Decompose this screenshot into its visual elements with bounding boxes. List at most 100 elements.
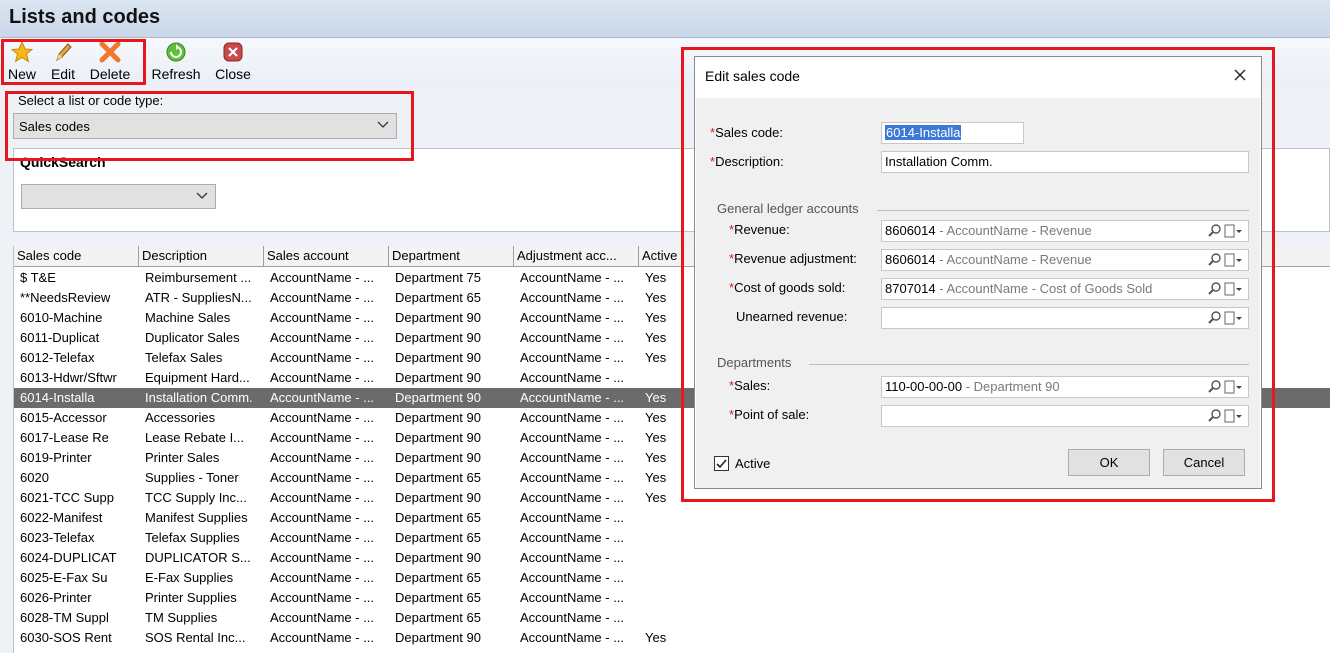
cogs-label: *Cost of goods sold: [729,280,846,295]
document-dropdown-icon[interactable] [1223,282,1245,299]
table-cell: Yes [645,490,667,505]
list-type-select[interactable]: Sales codes [13,113,397,139]
field-icons [1207,281,1245,297]
table-cell: AccountName - ... [520,450,625,465]
table-row[interactable]: 6024-DUPLICAT DUPLICATOR S... AccountName … [14,548,1330,568]
table-row[interactable]: 6022-Manifest Manifest Supplies AccountNam… [14,508,1330,528]
column-header[interactable]: Sales code [14,246,139,267]
point-of-sale-field[interactable] [881,405,1249,427]
table-cell: Department 65 [395,530,481,545]
sales-code-label: *Sales code: [710,125,783,140]
refresh-button[interactable]: Refresh [150,38,202,84]
table-cell: AccountName - ... [270,470,375,485]
table-cell: Department 65 [395,290,481,305]
table-row[interactable]: 6021-TCC Supp TCC Supply Inc... AccountNam… [14,488,1330,508]
table-cell: AccountName - ... [520,290,625,305]
refresh-label: Refresh [151,66,201,82]
table-cell: Department 90 [395,430,481,445]
active-checkbox[interactable] [714,456,729,471]
table-cell: Department 90 [395,450,481,465]
table-cell: 6015-Accessor [20,410,107,425]
table-row[interactable]: 6028-TM Suppl TM Supplies AccountName - ..… [14,608,1330,628]
table-cell: Department 65 [395,570,481,585]
table-cell: AccountName - ... [520,510,625,525]
sales-code-field[interactable]: 6014-Installa [881,122,1024,144]
table-cell: Department 90 [395,370,481,385]
sales-department-field[interactable]: 110-00-00-00 - Department 90 [881,376,1249,398]
table-cell: Machine Sales [145,310,231,325]
search-icon[interactable] [1207,311,1223,328]
edit-button[interactable]: Edit [48,38,78,84]
sales-department-label: *Sales: [729,378,771,393]
dialog-close-icon[interactable] [1231,66,1249,84]
search-icon[interactable] [1207,409,1223,426]
table-cell: Department 90 [395,550,481,565]
dialog-body: *Sales code: 6014-Installa *Description:… [696,98,1260,488]
revenue-adjustment-code: 8606014 [885,252,936,267]
search-icon[interactable] [1207,282,1223,299]
table-row[interactable]: 6030-SOS Rent SOS Rental Inc... AccountNam… [14,628,1330,648]
close-icon [213,41,253,65]
quicksearch-dropdown[interactable] [21,184,216,209]
column-header[interactable]: Sales account [264,246,389,267]
close-button[interactable]: Close [213,38,253,84]
table-cell: AccountName - ... [520,410,625,425]
table-cell: AccountName - ... [270,510,375,525]
document-dropdown-icon[interactable] [1223,409,1245,426]
chevron-down-icon [376,117,390,136]
table-cell: Department 75 [395,270,481,285]
description-field[interactable]: Installation Comm. [881,151,1249,173]
ok-button[interactable]: OK [1068,449,1150,476]
cancel-button[interactable]: Cancel [1163,449,1245,476]
pencil-icon [48,41,78,65]
document-dropdown-icon[interactable] [1223,224,1245,241]
departments-group-divider [809,364,1249,365]
document-dropdown-icon[interactable] [1223,380,1245,397]
column-header[interactable]: Department [389,246,514,267]
revenue-adjustment-field[interactable]: 8606014 - AccountName - Revenue [881,249,1249,271]
table-cell: ATR - SuppliesN... [145,290,252,305]
revenue-label: *Revenue: [729,222,790,237]
column-header[interactable]: Description [139,246,264,267]
table-cell: AccountName - ... [520,470,625,485]
column-header[interactable]: Adjustment acc... [514,246,639,267]
table-cell: 6021-TCC Supp [20,490,114,505]
search-icon[interactable] [1207,253,1223,270]
star-icon [5,40,39,65]
table-cell: AccountName - ... [520,550,625,565]
field-icons [1207,223,1245,239]
search-icon[interactable] [1207,380,1223,397]
table-cell: AccountName - ... [520,590,625,605]
table-cell: 6017-Lease Re [20,430,109,445]
list-type-value: Sales codes [19,119,90,134]
table-cell: $ T&E [20,270,56,285]
revenue-adjustment-name: - AccountName - Revenue [935,252,1092,267]
table-cell: 6014-Installa [20,390,95,405]
new-label: New [7,66,36,82]
active-label: Active [735,456,771,471]
table-row[interactable]: 6023-Telefax Telefax Supplies AccountName … [14,528,1330,548]
table-cell: Telefax Sales [145,350,223,365]
table-cell: 6028-TM Suppl [20,610,109,625]
cogs-field[interactable]: 8707014 - AccountName - Cost of Goods So… [881,278,1249,300]
document-dropdown-icon[interactable] [1223,253,1245,270]
table-cell: AccountName - ... [270,390,375,405]
table-cell: Department 90 [395,410,481,425]
table-cell: AccountName - ... [270,570,375,585]
new-button[interactable]: New [5,38,39,84]
list-type-label: Select a list or code type: [18,93,164,108]
table-cell: Duplicator Sales [145,330,240,345]
table-row[interactable]: 6025-E-Fax Su E-Fax Supplies AccountName -… [14,568,1330,588]
table-cell: AccountName - ... [270,630,375,645]
table-cell: Department 90 [395,390,481,405]
unearned-revenue-field[interactable] [881,307,1249,329]
search-icon[interactable] [1207,224,1223,241]
description-value: Installation Comm. [885,154,993,169]
table-row[interactable]: 6026-Printer Printer Supplies AccountName … [14,588,1330,608]
table-cell: Installation Comm. [145,390,253,405]
document-dropdown-icon[interactable] [1223,311,1245,328]
delete-button[interactable]: Delete [87,38,133,84]
table-cell: 6013-Hdwr/Sftwr [20,370,117,385]
revenue-field[interactable]: 8606014 - AccountName - Revenue [881,220,1249,242]
point-of-sale-label: *Point of sale: [729,407,810,422]
